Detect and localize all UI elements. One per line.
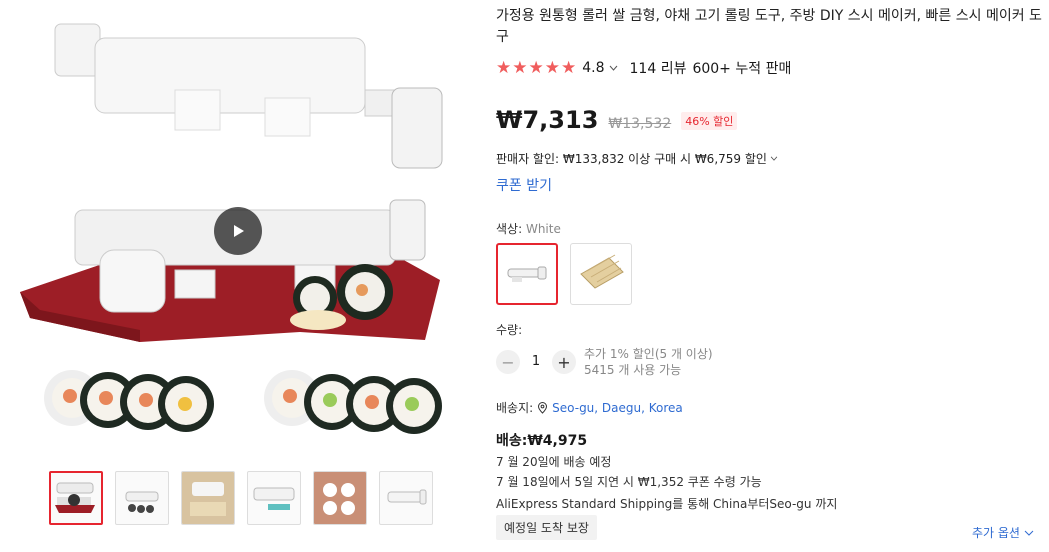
thumbnail-5[interactable] [313, 471, 367, 525]
more-options-link[interactable]: 추가 옵션 [972, 524, 1034, 541]
shipping-method: AliExpress Standard Shipping를 통해 China부터… [496, 497, 838, 511]
thumbnail-2[interactable] [115, 471, 169, 525]
color-label: 색상: White [496, 220, 561, 237]
review-count[interactable]: 114 리뷰 [630, 58, 687, 78]
sushi-rolls-left [44, 370, 214, 432]
location-pin-icon [538, 401, 548, 414]
star-icon: ★ [512, 57, 528, 78]
price-row: ₩7,313 ₩13,532 46% 할인 [496, 106, 738, 134]
star-icon: ★ [561, 57, 577, 78]
shipping-fee: 배송:₩4,975 [496, 433, 588, 449]
seller-discount[interactable]: 판매자 할인: ₩133,832 이상 구매 시 ₩6,759 할인 [496, 150, 778, 167]
get-coupon-link[interactable]: 쿠폰 받기 [496, 175, 552, 195]
quantity-value[interactable]: 1 [530, 354, 542, 369]
ship-to-row: 배송지: Seo-gu, Daegu, Korea [496, 399, 683, 416]
roller-tube-top [54, 23, 443, 169]
rating-value[interactable]: 4.8 [582, 60, 604, 76]
chevron-down-icon [1024, 530, 1034, 536]
rating-row: ★ ★ ★ ★ ★ 4.8 114 리뷰 600+ 누적 판매 [496, 58, 791, 78]
ship-to-location-link[interactable]: Seo-gu, Daegu, Korea [552, 401, 683, 415]
seller-discount-text: 판매자 할인: ₩133,832 이상 구매 시 ₩6,759 할인 [496, 152, 767, 166]
play-icon [234, 225, 244, 237]
thumbnail-4[interactable] [247, 471, 301, 525]
star-icon: ★ [544, 57, 560, 78]
thumbnail-3[interactable] [181, 471, 235, 525]
delivery-date: 7 월 20일에 배송 예정 [496, 455, 612, 469]
star-rating: ★ ★ ★ ★ ★ [496, 57, 577, 78]
color-label-text: 색상: [496, 222, 526, 236]
ship-to-label: 배송지: [496, 401, 534, 415]
star-icon: ★ [496, 57, 512, 78]
delay-coupon-note: 7 월 18일에서 5일 지연 시 ₩1,352 쿠폰 수령 가능 [496, 475, 762, 489]
more-options-text: 추가 옵션 [972, 526, 1020, 540]
chevron-down-icon[interactable] [609, 65, 618, 71]
bulk-discount-text: 추가 1% 할인(5 개 이상) [584, 347, 713, 361]
thumbnail-1[interactable] [49, 471, 103, 525]
thumbnail-strip [49, 471, 433, 525]
stock-available-text: 5415 개 사용 가능 [584, 363, 682, 377]
original-price: ₩13,532 [608, 116, 672, 132]
color-swatch-bamboo-mat[interactable] [570, 243, 632, 305]
color-swatch-white[interactable] [496, 243, 558, 305]
quantity-label: 수량: [496, 323, 523, 337]
quantity-decrease-button[interactable]: − [496, 350, 520, 374]
discount-badge: 46% 할인 [681, 112, 738, 130]
sale-price: ₩7,313 [496, 106, 599, 134]
product-title: 가정용 원통형 롤러 쌀 금형, 야채 고기 롤링 도구, 주방 DIY 스시 … [496, 8, 1042, 45]
sushi-rolls-right [264, 370, 442, 434]
chevron-down-icon [770, 156, 778, 161]
sold-count: 600+ 누적 판매 [692, 61, 792, 77]
on-time-guarantee-badge: 예정일 도착 보장 [496, 515, 597, 540]
quantity-info: 추가 1% 할인(5 개 이상) 5415 개 사용 가능 [584, 346, 713, 378]
thumbnail-6[interactable] [379, 471, 433, 525]
quantity-increase-button[interactable]: + [552, 350, 576, 374]
color-value: White [525, 222, 561, 236]
play-video-button[interactable] [214, 207, 262, 255]
star-icon: ★ [528, 57, 544, 78]
